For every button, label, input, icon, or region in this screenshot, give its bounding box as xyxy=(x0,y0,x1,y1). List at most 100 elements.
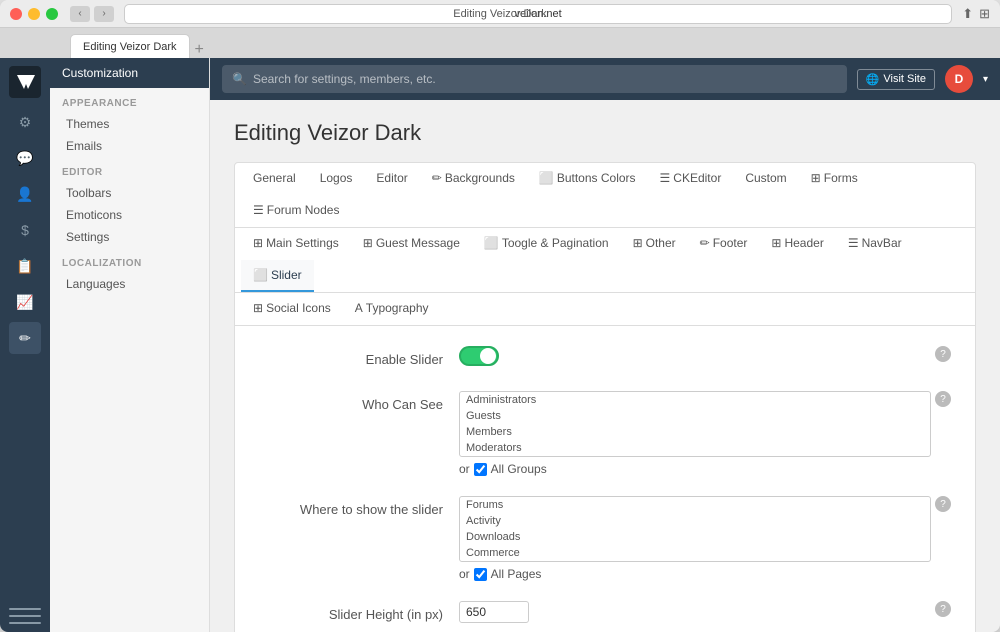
browser-tabbar: Editing Veizor Dark + xyxy=(0,28,1000,58)
traffic-lights xyxy=(10,8,58,20)
sidebar-icon-analytics[interactable]: 📈 xyxy=(9,286,41,318)
share-button[interactable]: ⬆ xyxy=(962,6,973,22)
tab-ckeditor[interactable]: ☰ CKEditor xyxy=(648,163,734,195)
sidebar-icon-messages[interactable]: 💬 xyxy=(9,142,41,174)
guest-message-icon: ⊞ xyxy=(363,236,373,250)
tab-toogle-pagination[interactable]: ⬜ Toogle & Pagination xyxy=(472,228,621,260)
browser-tab-active[interactable]: Editing Veizor Dark xyxy=(70,34,190,58)
tab-general[interactable]: General xyxy=(241,163,308,195)
forms-icon: ⊞ xyxy=(811,171,821,185)
who-can-see-control: Administrators Guests Members Moderators… xyxy=(459,391,931,476)
tabs-container: General Logos Editor ✏ Backgrounds ⬜ But… xyxy=(234,162,976,632)
slider-icon: ⬜ xyxy=(253,268,268,282)
nav-item-languages[interactable]: Languages xyxy=(50,273,209,295)
new-browser-tab-button[interactable]: + xyxy=(195,42,204,58)
toggle-circle xyxy=(480,348,496,364)
tab-slider[interactable]: ⬜ Slider xyxy=(241,260,314,292)
list-item-members[interactable]: Members xyxy=(460,424,930,440)
tab-forum-nodes[interactable]: ☰ Forum Nodes xyxy=(241,195,351,227)
who-can-see-label: Who Can See xyxy=(259,391,459,412)
left-nav-header: Customization xyxy=(50,58,209,88)
list-item-guests[interactable]: Guests xyxy=(460,408,930,424)
list-item-administrators[interactable]: Administrators xyxy=(460,392,930,408)
avatar[interactable]: D xyxy=(945,65,973,93)
all-groups-checkbox[interactable] xyxy=(474,463,487,476)
tab-main-settings[interactable]: ⊞ Main Settings xyxy=(241,228,351,260)
forum-nodes-icon: ☰ xyxy=(253,203,264,217)
sidebar-icon-customize[interactable]: ✏ xyxy=(9,322,41,354)
app-body: ⚙ 💬 👤 $ 📋 📈 ✏ Customization APPEARANCE T… xyxy=(0,58,1000,632)
tab-typography[interactable]: A Typography xyxy=(343,293,441,325)
sidebar-icon-settings[interactable]: ⚙ xyxy=(9,106,41,138)
minimize-button[interactable] xyxy=(28,8,40,20)
tab-guest-message[interactable]: ⊞ Guest Message xyxy=(351,228,472,260)
other-icon: ⊞ xyxy=(633,236,643,250)
form-row-who-can-see: Who Can See Administrators Guests Member… xyxy=(259,391,951,476)
logo xyxy=(9,66,41,98)
section-title-editor: EDITOR xyxy=(50,157,209,182)
tab-footer[interactable]: ✏ Footer xyxy=(688,228,760,260)
who-can-see-listbox[interactable]: Administrators Guests Members Moderators xyxy=(459,391,931,457)
header-icon: ⊞ xyxy=(771,236,781,250)
close-button[interactable] xyxy=(10,8,22,20)
main-panel: 🔍 🌐 Visit Site D ▾ Editing Ve xyxy=(210,58,1000,632)
tab-header[interactable]: ⊞ Header xyxy=(759,228,835,260)
visit-site-button[interactable]: 🌐 Visit Site xyxy=(857,69,935,90)
top-bar: 🔍 🌐 Visit Site D ▾ xyxy=(210,58,1000,100)
nav-item-emoticons[interactable]: Emoticons xyxy=(50,204,209,226)
sidebar-icon-users[interactable]: 👤 xyxy=(9,178,41,210)
sidebar-bottom xyxy=(9,600,41,624)
enable-slider-help[interactable]: ? xyxy=(935,346,951,362)
sidebar-menu-toggle[interactable] xyxy=(9,608,41,624)
tab-navbar[interactable]: ☰ NavBar xyxy=(836,228,914,260)
main-settings-icon: ⊞ xyxy=(253,236,263,250)
new-tab-button[interactable]: ⊞ xyxy=(979,6,990,22)
tab-custom[interactable]: Custom xyxy=(733,163,798,195)
tab-editor[interactable]: Editor xyxy=(364,163,419,195)
enable-slider-toggle[interactable] xyxy=(459,346,499,366)
all-groups-row: or All Groups xyxy=(459,462,931,476)
avatar-dropdown-icon[interactable]: ▾ xyxy=(983,74,988,85)
tab-backgrounds[interactable]: ✏ Backgrounds xyxy=(420,163,527,195)
forward-button[interactable]: › xyxy=(94,6,114,22)
search-box: 🔍 xyxy=(222,65,847,93)
list-item-forums[interactable]: Forums xyxy=(460,497,930,513)
all-pages-checkbox[interactable] xyxy=(474,568,487,581)
tab-social-icons[interactable]: ⊞ Social Icons xyxy=(241,293,343,325)
who-can-see-help[interactable]: ? xyxy=(935,391,951,407)
slider-height-input[interactable] xyxy=(459,601,529,623)
all-pages-row: or All Pages xyxy=(459,567,931,581)
where-to-show-help[interactable]: ? xyxy=(935,496,951,512)
form-content: Enable Slider ? Who Can See xyxy=(235,326,975,632)
tab-forms[interactable]: ⊞ Forms xyxy=(799,163,870,195)
list-item-activity[interactable]: Activity xyxy=(460,513,930,529)
slider-height-help[interactable]: ? xyxy=(935,601,951,617)
back-button[interactable]: ‹ xyxy=(70,6,90,22)
section-title-localization: LOCALIZATION xyxy=(50,248,209,273)
footer-icon: ✏ xyxy=(700,236,710,250)
sidebar-icon-billing[interactable]: $ xyxy=(9,214,41,246)
tab-logos[interactable]: Logos xyxy=(308,163,365,195)
buttons-icon: ⬜ xyxy=(539,171,554,185)
sidebar-icon-pages[interactable]: 📋 xyxy=(9,250,41,282)
tab-buttons-colors[interactable]: ⬜ Buttons Colors xyxy=(527,163,648,195)
where-to-show-listbox[interactable]: Forums Activity Downloads Commerce xyxy=(459,496,931,562)
nav-item-themes[interactable]: Themes xyxy=(50,113,209,135)
list-item-moderators[interactable]: Moderators xyxy=(460,440,930,456)
nav-item-settings[interactable]: Settings xyxy=(50,226,209,248)
visit-site-icon: 🌐 xyxy=(866,73,880,86)
where-to-show-label: Where to show the slider xyxy=(259,496,459,517)
list-item-commerce[interactable]: Commerce xyxy=(460,545,930,561)
tabs-row-2: ⊞ Main Settings ⊞ Guest Message ⬜ Toogle… xyxy=(235,228,975,293)
navbar-icon: ☰ xyxy=(848,236,859,250)
search-input[interactable] xyxy=(253,72,837,86)
tab-other[interactable]: ⊞ Other xyxy=(621,228,688,260)
enable-slider-label: Enable Slider xyxy=(259,346,459,367)
nav-item-emails[interactable]: Emails xyxy=(50,135,209,157)
form-row-where-to-show: Where to show the slider Forums Activity… xyxy=(259,496,951,581)
maximize-button[interactable] xyxy=(46,8,58,20)
enable-slider-control xyxy=(459,346,931,371)
tabs-row-3: ⊞ Social Icons A Typography xyxy=(235,293,975,326)
list-item-downloads[interactable]: Downloads xyxy=(460,529,930,545)
nav-item-toolbars[interactable]: Toolbars xyxy=(50,182,209,204)
